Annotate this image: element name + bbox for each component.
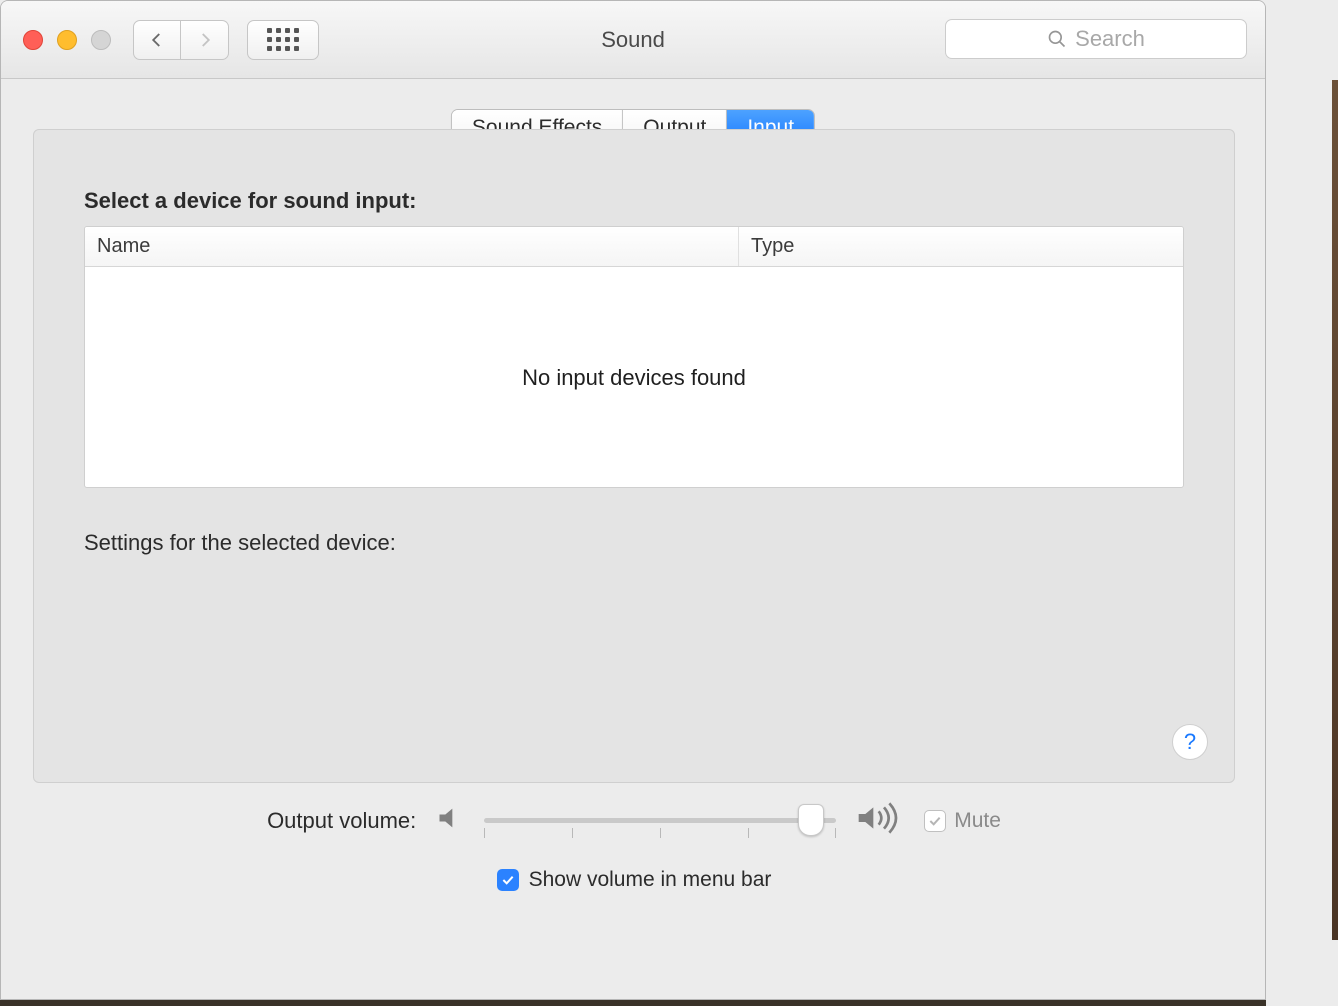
show-volume-label: Show volume in menu bar xyxy=(529,868,772,892)
table-body: No input devices found xyxy=(85,267,1183,488)
grid-icon xyxy=(267,28,299,51)
chevron-left-icon xyxy=(148,31,166,49)
volume-slider[interactable] xyxy=(484,818,836,823)
show-all-button[interactable] xyxy=(247,20,319,60)
minimize-icon[interactable] xyxy=(57,30,77,50)
sound-window: Sound Search Sound Effects Output Input … xyxy=(0,0,1266,1000)
search-field[interactable]: Search xyxy=(945,19,1247,59)
table-header: Name Type xyxy=(85,227,1183,267)
close-icon[interactable] xyxy=(23,30,43,50)
chevron-right-icon xyxy=(196,31,214,49)
input-panel: Select a device for sound input: Name Ty… xyxy=(33,129,1235,783)
slider-ticks xyxy=(484,828,836,838)
mute-checkbox-group: Mute xyxy=(924,809,1001,833)
desktop-edge xyxy=(1332,80,1338,940)
select-device-label: Select a device for sound input: xyxy=(84,188,417,214)
window-title: Sound xyxy=(601,27,665,53)
nav-buttons xyxy=(133,20,319,60)
volume-row: Output volume: Mute xyxy=(1,801,1266,840)
slider-track xyxy=(484,818,836,823)
back-button[interactable] xyxy=(133,20,181,60)
check-icon xyxy=(500,872,516,888)
show-volume-row: Show volume in menu bar xyxy=(1,868,1266,892)
search-icon xyxy=(1047,29,1067,49)
zoom-icon xyxy=(91,30,111,50)
footer: Output volume: Mute xyxy=(1,801,1266,892)
titlebar: Sound Search xyxy=(1,1,1265,79)
volume-label: Output volume: xyxy=(267,808,416,834)
traffic-lights xyxy=(23,30,111,50)
desktop-bottom-edge xyxy=(0,1000,1266,1006)
speaker-max-icon xyxy=(856,801,904,840)
check-icon xyxy=(927,813,943,829)
device-table: Name Type No input devices found xyxy=(84,226,1184,488)
show-volume-checkbox[interactable] xyxy=(497,869,519,891)
speaker-min-icon xyxy=(436,804,464,837)
settings-label: Settings for the selected device: xyxy=(84,530,396,556)
question-icon: ? xyxy=(1184,729,1196,755)
column-name[interactable]: Name xyxy=(85,227,739,266)
help-button[interactable]: ? xyxy=(1172,724,1208,760)
mute-checkbox[interactable] xyxy=(924,810,946,832)
mute-label: Mute xyxy=(954,809,1001,833)
search-placeholder: Search xyxy=(1075,26,1145,52)
empty-message: No input devices found xyxy=(522,365,746,391)
column-type[interactable]: Type xyxy=(739,227,1183,266)
slider-knob[interactable] xyxy=(798,804,824,836)
forward-button xyxy=(181,20,229,60)
